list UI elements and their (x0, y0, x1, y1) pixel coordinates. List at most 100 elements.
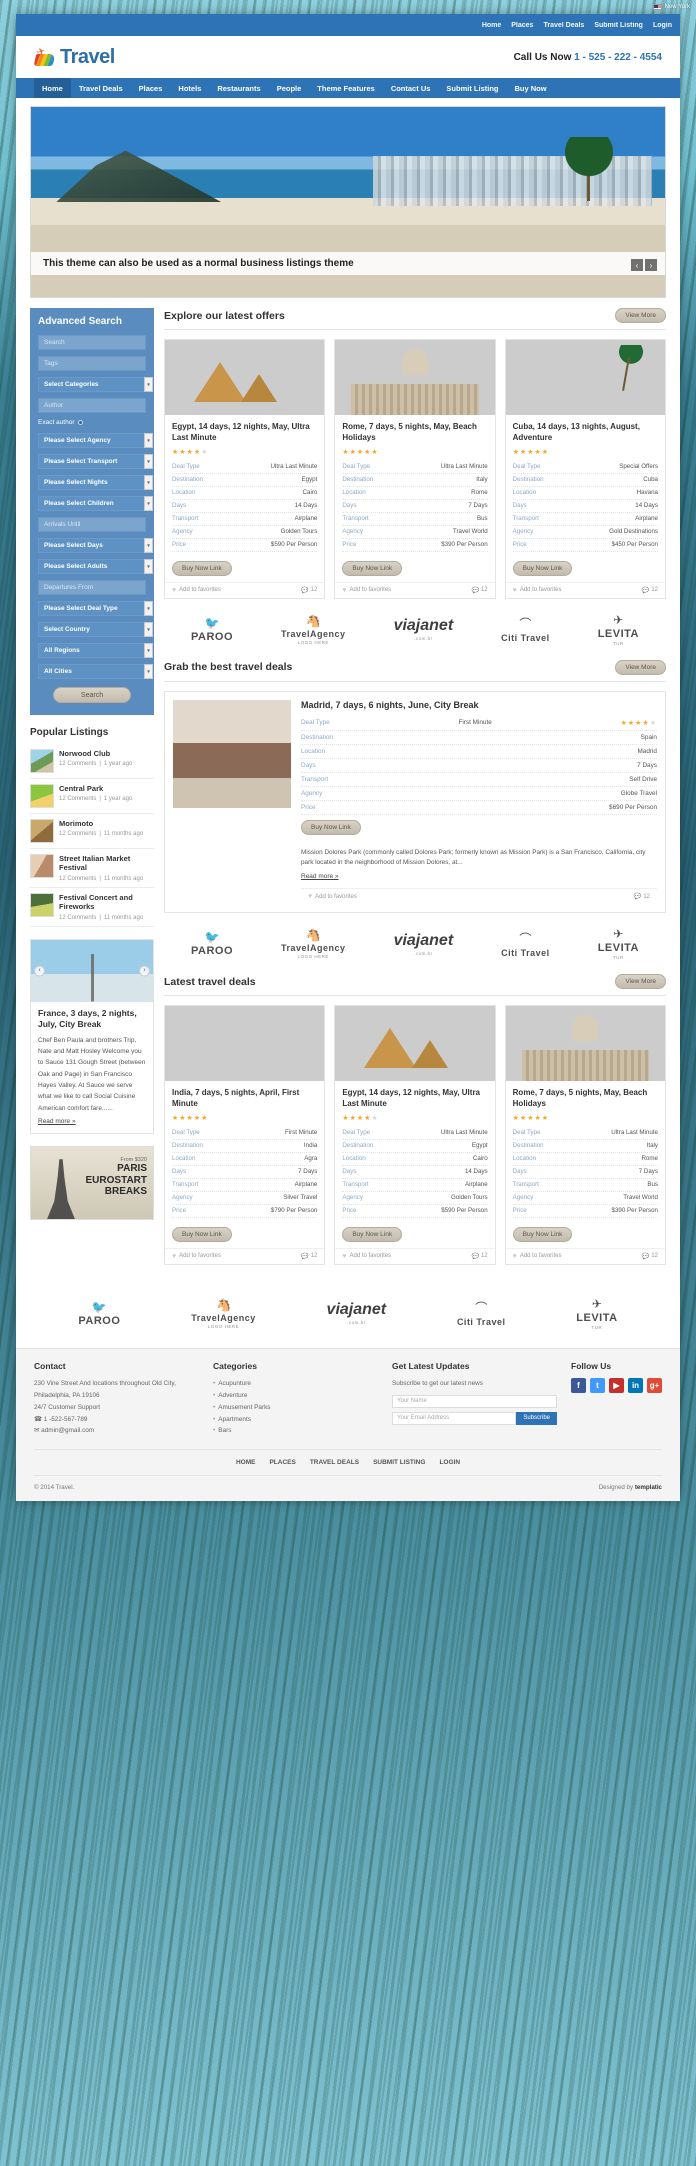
nav-item-theme-features[interactable]: Theme Features (309, 78, 383, 98)
sponsor-travelagency[interactable]: 🐴 TravelAgency LOGO HERE (281, 928, 346, 959)
select-children-dropdown[interactable]: Please Select Children ▾ (38, 496, 153, 511)
sponsor-levita[interactable]: ✈ LEVITA TUR (598, 927, 639, 960)
tags-input[interactable]: Tags (38, 356, 146, 371)
buy-now-button[interactable]: Buy Now Link (172, 1226, 232, 1242)
exact-author-radio[interactable] (77, 420, 83, 425)
newsletter-name-input[interactable]: Your Name (392, 1394, 557, 1408)
select-transport-dropdown[interactable]: Please Select Transport ▾ (38, 454, 153, 469)
list-item[interactable]: Morimoto 12 Comments | 11 months ago (30, 814, 154, 849)
listing-name[interactable]: Street Italian Market Festival (59, 854, 154, 873)
footer-nav-submit-listing[interactable]: SUBMIT LISTING (373, 1459, 425, 1466)
brand-logo[interactable]: ✈ Travel (33, 46, 115, 69)
sponsor-paroo[interactable]: 🐦 PAROO (78, 1300, 120, 1327)
buy-now-button[interactable]: Buy Now Link (512, 560, 573, 576)
buy-now-button[interactable]: Buy Now Link (342, 1226, 403, 1242)
facebook-icon[interactable]: f (571, 1377, 586, 1393)
sponsor-travelagency[interactable]: 🐴 TravelAgency LOGO HERE (191, 1298, 256, 1329)
departures-from-input[interactable]: Departures From (38, 580, 146, 595)
latest-card[interactable]: Rome, 7 days, 5 nights, May, Beach Holid… (504, 1005, 666, 1265)
latest-title-text[interactable]: Rome, 7 days, 5 nights, May, Beach Holid… (506, 1081, 665, 1114)
sponsor-viajanet[interactable]: viajanet .com.br (394, 617, 454, 641)
add-to-favorites-button[interactable]: ♥ Add to favorites (172, 587, 221, 594)
footer-nav-travel-deals[interactable]: TRAVEL DEALS (310, 1459, 359, 1466)
add-to-favorites-button[interactable]: ♥ Add to favorites (342, 1253, 391, 1260)
footer-nav-login[interactable]: LOGIN (439, 1459, 460, 1466)
footer-category-item[interactable]: Acupunture (213, 1378, 378, 1390)
listing-name[interactable]: Festival Concert and Fireworks (59, 893, 154, 912)
offer-card[interactable]: Rome, 7 days, 5 nights, May, Beach Holid… (334, 339, 496, 599)
twitter-icon[interactable]: t (590, 1377, 605, 1393)
wide-deal-card[interactable]: Madrid, 7 days, 6 nights, June, City Bre… (164, 690, 666, 914)
search-button[interactable]: Search (53, 687, 131, 703)
nav-item-people[interactable]: People (269, 78, 310, 98)
hero-prev-icon[interactable]: ‹ (631, 259, 643, 271)
sponsor-citi-travel[interactable]: ⌒ Citi Travel (501, 930, 550, 958)
listing-name[interactable]: Norwood Club (59, 749, 132, 758)
select-adults-dropdown[interactable]: Please Select Adults ▾ (38, 559, 153, 574)
side-feature-next-icon[interactable]: › (139, 965, 150, 976)
list-item[interactable]: Festival Concert and Fireworks 12 Commen… (30, 888, 154, 927)
footer-nav-home[interactable]: HOME (236, 1459, 256, 1466)
latest-card[interactable]: India, 7 days, 5 nights, April, First Mi… (164, 1005, 326, 1265)
nav-item-submit-listing[interactable]: Submit Listing (438, 78, 506, 98)
buy-now-button[interactable]: Buy Now Link (512, 1226, 573, 1242)
exact-author-row[interactable]: Exact author (38, 419, 146, 426)
select-nights-dropdown[interactable]: Please Select Nights ▾ (38, 475, 153, 490)
latest-card[interactable]: Egypt, 14 days, 12 nights, May, Ultra La… (334, 1005, 496, 1265)
offer-title[interactable]: Rome, 7 days, 5 nights, May, Beach Holid… (335, 415, 494, 448)
list-item[interactable]: Street Italian Market Festival 12 Commen… (30, 849, 154, 888)
footer-email-value[interactable]: admin@gmail.com (41, 1427, 94, 1434)
wide-deal-title[interactable]: Madrid, 7 days, 6 nights, June, City Bre… (301, 700, 657, 710)
sponsor-citi-travel[interactable]: ⌒ Citi Travel (501, 615, 550, 643)
hero-slider[interactable]: This theme can also be used as a normal … (30, 106, 666, 298)
footer-nav-places[interactable]: PLACES (269, 1459, 295, 1466)
side-feature-prev-icon[interactable]: ‹ (34, 965, 45, 976)
utilnav-item-home[interactable]: Home (482, 22, 501, 29)
add-to-favorites-button[interactable]: ♥ Add to favorites (513, 587, 562, 594)
side-feature-title[interactable]: France, 3 days, 2 nights, July, City Bre… (38, 1008, 146, 1030)
nav-item-contact-us[interactable]: Contact Us (383, 78, 439, 98)
add-to-favorites-button[interactable]: ♥ Add to favorites (172, 1253, 221, 1260)
paris-promo-banner[interactable]: From $320 PARIS EUROSTART BREAKS (30, 1146, 154, 1221)
footer-category-item[interactable]: Bars (213, 1425, 378, 1437)
add-to-favorites-button[interactable]: ♥ Add to favorites (513, 1253, 562, 1260)
hero-next-icon[interactable]: › (645, 259, 657, 271)
search-input[interactable]: Search (38, 335, 146, 350)
buy-now-button[interactable]: Buy Now Link (342, 560, 403, 576)
latest-view-more-button[interactable]: View More (615, 974, 666, 990)
utilnav-item-login[interactable]: Login (653, 22, 672, 29)
offer-title[interactable]: Cuba, 14 days, 13 nights, August, Advent… (506, 415, 665, 448)
nav-item-hotels[interactable]: Hotels (170, 78, 209, 98)
googleplus-icon[interactable]: g+ (647, 1377, 662, 1393)
side-feature-read-more[interactable]: Read more » (38, 1118, 76, 1125)
latest-title-text[interactable]: India, 7 days, 5 nights, April, First Mi… (165, 1081, 324, 1114)
footer-category-item[interactable]: Amusement Parks (213, 1402, 378, 1414)
author-input[interactable]: Author (38, 398, 146, 413)
sponsor-travelagency[interactable]: 🐴 TravelAgency LOGO HERE (281, 614, 346, 645)
sponsor-citi-travel[interactable]: ⌒ Citi Travel (457, 1299, 506, 1327)
offers-view-more-button[interactable]: View More (615, 308, 666, 323)
offer-card[interactable]: Cuba, 14 days, 13 nights, August, Advent… (504, 339, 666, 599)
best-deals-view-more-button[interactable]: View More (615, 659, 666, 675)
youtube-icon[interactable]: ▶ (609, 1377, 624, 1393)
select-agency-dropdown[interactable]: Please Select Agency ▾ (38, 433, 153, 448)
select-days-dropdown[interactable]: Please Select Days ▾ (38, 538, 153, 553)
select-regions-dropdown[interactable]: All Regions ▾ (38, 643, 153, 658)
utilnav-item-places[interactable]: Places (511, 22, 533, 29)
buy-now-button[interactable]: Buy Now Link (301, 819, 361, 835)
utilnav-item-submit-listing[interactable]: Submit Listing (594, 22, 643, 29)
sponsor-paroo[interactable]: 🐦 PAROO (191, 616, 233, 643)
sponsor-viajanet[interactable]: viajanet .com.br (394, 932, 454, 956)
nav-item-buy-now[interactable]: Buy Now (507, 78, 555, 98)
listing-name[interactable]: Morimoto (59, 819, 143, 828)
sponsor-paroo[interactable]: 🐦 PAROO (191, 930, 233, 957)
nav-item-home[interactable]: Home (34, 78, 71, 98)
footer-category-item[interactable]: Adventure (213, 1390, 378, 1402)
latest-title-text[interactable]: Egypt, 14 days, 12 nights, May, Ultra La… (335, 1081, 494, 1114)
sponsor-levita[interactable]: ✈ LEVITA TUR (598, 613, 639, 646)
select-cities-dropdown[interactable]: All Cities ▾ (38, 664, 153, 679)
buy-now-button[interactable]: Buy Now Link (172, 560, 232, 576)
select-deal-type-dropdown[interactable]: Please Select Deal Type ▾ (38, 601, 153, 616)
newsletter-email-input[interactable]: Your Email Address (392, 1411, 517, 1425)
nav-item-travel-deals[interactable]: Travel Deals (71, 78, 131, 98)
